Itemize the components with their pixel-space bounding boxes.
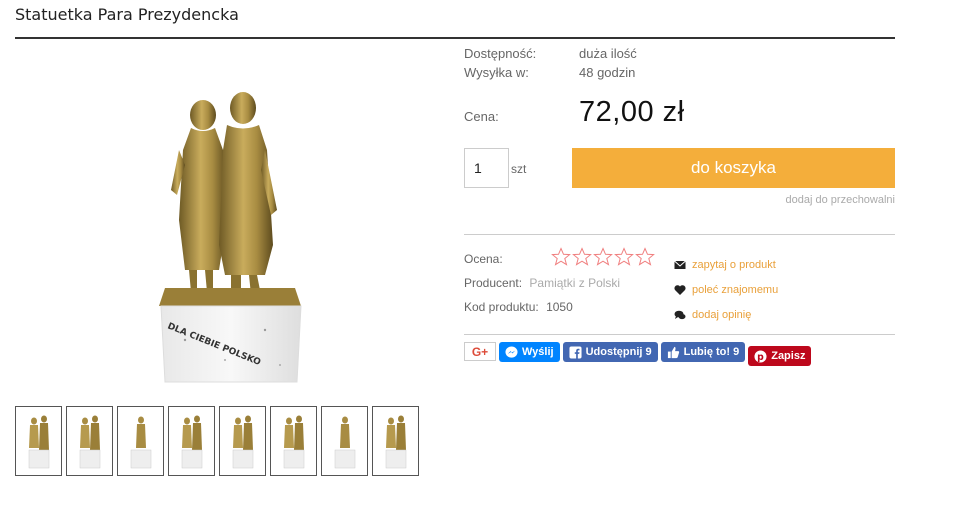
thumbnail-image — [181, 415, 202, 469]
price-value: 72,00 zł — [579, 96, 685, 128]
thumbnail-strip — [15, 406, 419, 476]
envelope-icon — [674, 260, 686, 269]
thumbnail-image — [130, 416, 151, 469]
star-outline-icon[interactable] — [635, 247, 655, 267]
facebook-share-button[interactable]: Udostępnij 9 — [562, 342, 658, 362]
thumbnail-image — [232, 415, 253, 469]
recommend-link[interactable]: poleć znajomemu — [674, 277, 778, 302]
thumbnail[interactable] — [321, 406, 368, 476]
svg-text:p: p — [757, 351, 764, 362]
product-main-image[interactable]: DLA CIEBIE POLSKO — [105, 70, 365, 390]
thumbnail-image — [79, 415, 100, 469]
recommend-label: poleć znajomemu — [692, 283, 779, 296]
price-row: Cena: 72,00 zł — [464, 96, 685, 129]
messenger-send-label: Wyślij — [522, 346, 554, 358]
ask-about-product-link[interactable]: zapytaj o produkt — [674, 252, 778, 277]
facebook-icon — [569, 345, 582, 359]
shipping-row: Wysyłka w: 48 godzin — [464, 63, 895, 82]
star-outline-icon[interactable] — [614, 247, 634, 267]
producer-label: Producent: — [464, 276, 523, 290]
ask-about-product-label: zapytaj o produkt — [692, 258, 776, 271]
product-actions: zapytaj o produkt poleć znajomemu dodaj … — [674, 252, 778, 327]
pinterest-save-button[interactable]: p Zapisz — [748, 346, 812, 366]
shipping-value: 48 godzin — [579, 65, 636, 80]
add-to-storage-link[interactable]: dodaj do przechowalni — [786, 194, 895, 206]
thumbnail[interactable] — [219, 406, 266, 476]
rating-label: Ocena: — [464, 252, 503, 266]
product-title: Statuetka Para Prezydencka — [15, 5, 239, 24]
social-buttons: G+ Wyślij Udostępnij 9 Lubię to! 9 p Zap… — [464, 342, 812, 366]
title-divider — [15, 37, 895, 39]
thumbnail[interactable] — [270, 406, 317, 476]
thumbnail-image — [334, 416, 355, 469]
pinterest-icon: p — [754, 349, 767, 362]
quantity-input[interactable] — [464, 148, 509, 188]
star-outline-icon[interactable] — [572, 247, 592, 267]
thumbnail-image — [283, 415, 304, 469]
facebook-like-label: Lubię to! 9 — [683, 346, 740, 358]
thumbnail[interactable] — [15, 406, 62, 476]
product-code-row: Kod produktu: 1050 — [464, 300, 573, 314]
star-outline-icon[interactable] — [593, 247, 613, 267]
product-info: Dostępność: duża ilość Wysyłka w: 48 god… — [464, 44, 895, 82]
divider — [464, 334, 895, 335]
thumbnail[interactable] — [117, 406, 164, 476]
availability-label: Dostępność: — [464, 46, 537, 61]
messenger-icon — [505, 345, 518, 358]
messenger-send-button[interactable]: Wyślij — [499, 342, 560, 362]
product-code-value: 1050 — [546, 300, 573, 314]
rating-stars[interactable] — [551, 247, 655, 267]
facebook-like-button[interactable]: Lubię to! 9 — [660, 342, 746, 362]
thumbs-up-icon — [667, 346, 679, 358]
thumbnail-image — [28, 415, 49, 469]
thumbnail[interactable] — [66, 406, 113, 476]
availability-row: Dostępność: duża ilość — [464, 44, 895, 63]
quantity-unit: szt — [511, 162, 527, 176]
comments-icon — [674, 310, 686, 319]
pinterest-save-label: Zapisz — [771, 350, 806, 362]
google-plus-button[interactable]: G+ — [464, 342, 496, 361]
shipping-label: Wysyłka w: — [464, 65, 529, 80]
producer-row: Producent: Pamiątki z Polski — [464, 276, 620, 290]
availability-value: duża ilość — [579, 46, 637, 61]
thumbnail[interactable] — [372, 406, 419, 476]
star-outline-icon[interactable] — [551, 247, 571, 267]
price-label: Cena: — [464, 109, 499, 124]
producer-value[interactable]: Pamiątki z Polski — [529, 276, 620, 290]
add-review-link[interactable]: dodaj opinię — [674, 302, 778, 327]
heart-icon — [674, 284, 686, 295]
divider — [464, 234, 895, 235]
facebook-share-label: Udostępnij 9 — [585, 346, 652, 358]
add-to-cart-button[interactable]: do koszyka — [572, 148, 895, 188]
thumbnail-image — [385, 415, 406, 469]
add-review-label: dodaj opinię — [692, 308, 752, 321]
product-code-label: Kod produktu: — [464, 300, 539, 314]
thumbnail[interactable] — [168, 406, 215, 476]
